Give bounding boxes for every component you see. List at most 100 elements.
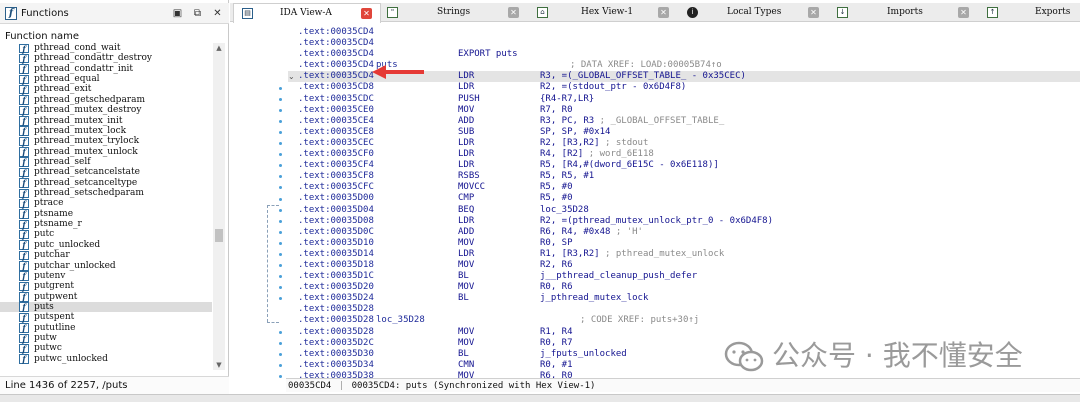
breakpoint-marker[interactable] xyxy=(279,241,282,245)
breakpoint-marker[interactable] xyxy=(279,97,282,101)
function-list-item[interactable]: f putc_unlocked xyxy=(0,240,212,250)
disassembly-line[interactable]: .text:00035CF0 LDR R4, [R2] ; word_6E118 xyxy=(288,149,1080,160)
function-list-item[interactable]: f ptsname xyxy=(0,209,212,219)
breakpoint-marker[interactable] xyxy=(279,197,282,201)
tab-strings[interactable]: " Strings ✕ xyxy=(383,3,531,22)
breakpoint-marker[interactable] xyxy=(279,142,282,145)
breakpoint-marker[interactable] xyxy=(279,153,282,157)
breakpoint-marker[interactable] xyxy=(279,253,282,256)
breakpoint-marker[interactable] xyxy=(279,108,282,112)
scrollbar-thumb[interactable] xyxy=(215,229,223,242)
disassembly-line[interactable]: .text:00035D00 CMP R5, #0 xyxy=(288,193,1080,204)
breakpoint-marker[interactable] xyxy=(279,164,282,168)
breakpoint-marker[interactable] xyxy=(279,264,282,268)
tab-local-types[interactable]: i Local Types ✕ xyxy=(683,3,831,22)
function-list-item[interactable]: f putwc_unlocked xyxy=(0,354,212,364)
disassembly-line[interactable]: .text:00035CD4 xyxy=(288,27,1080,38)
panel-float-icon[interactable]: ⧉ xyxy=(192,8,203,19)
disassembly-view[interactable]: .text:00035CD4 .text:00035CD4 .text:00035C… xyxy=(230,23,1080,378)
disassembly-line[interactable]: .text:00035D20 MOV R0, R6 xyxy=(288,282,1080,293)
function-list-item[interactable]: f pthread_condattr_destroy xyxy=(0,53,212,64)
disassembly-line[interactable]: .text:00035CF8 RSBS R5, R5, #1 xyxy=(288,171,1080,182)
function-list-item[interactable]: f pthread_mutex_destroy xyxy=(0,105,212,116)
scroll-down-icon[interactable]: ▼ xyxy=(213,360,225,370)
function-list-item[interactable]: f puts xyxy=(0,301,212,313)
close-icon[interactable]: ✕ xyxy=(658,7,669,18)
collapse-icon[interactable]: ⌄ xyxy=(288,71,295,82)
breakpoint-marker[interactable] xyxy=(279,297,282,301)
disassembly-line[interactable]: .text:00035D28 MOV R1, R4 xyxy=(288,327,1080,338)
disassembly-line[interactable]: .text:00035D14 LDR R1, [R3,R2] ; pthread_mu… xyxy=(288,249,1080,260)
function-list-item[interactable]: f pututline xyxy=(0,323,212,333)
disassembly-line[interactable]: .text:00035CD4 xyxy=(288,38,1080,49)
disassembly-line[interactable]: .text:00035CE0 MOV R7, R0 xyxy=(288,105,1080,116)
function-list-item[interactable]: f putpwent xyxy=(0,292,212,302)
function-list-item[interactable]: f putc xyxy=(0,229,212,240)
breakpoint-marker[interactable] xyxy=(279,275,282,279)
breakpoint-marker[interactable] xyxy=(279,364,282,367)
function-list-item[interactable]: f pthread_self xyxy=(0,157,212,167)
function-list-item[interactable]: f putspent xyxy=(0,312,212,323)
breakpoint-marker[interactable] xyxy=(279,230,282,234)
breakpoint-marker[interactable] xyxy=(279,341,282,345)
function-list-item[interactable]: f putwc xyxy=(0,343,212,354)
function-list-item[interactable]: f pthread_getschedparam xyxy=(0,95,212,105)
function-list-item[interactable]: f ptsname_r xyxy=(0,219,212,230)
breakpoint-marker[interactable] xyxy=(279,219,282,223)
close-icon[interactable]: ✕ xyxy=(958,7,969,18)
disassembly-line[interactable]: .text:00035D28 xyxy=(288,304,1080,315)
function-list-item[interactable]: f pthread_setcanceltype xyxy=(0,178,212,188)
function-list-item[interactable]: f putgrent xyxy=(0,281,212,292)
disassembly-line[interactable]: .text:00035D28 loc_35D28 ; CODE XREF: puts… xyxy=(288,315,1080,326)
function-name-column-header[interactable]: Function name xyxy=(5,31,79,43)
function-list-item[interactable]: f pthread_setschedparam xyxy=(0,188,212,199)
disassembly-line[interactable]: .text:00035D08 LDR R2, =(pthread_mutex_unl… xyxy=(288,216,1080,227)
tab-ida-view-a[interactable]: ▤ IDA View-A ✕ xyxy=(233,3,381,23)
function-list-item[interactable]: f putw xyxy=(0,333,212,344)
disassembly-line[interactable]: .text:00035CE8 SUB SP, SP, #0x14 xyxy=(288,127,1080,138)
breakpoint-marker[interactable] xyxy=(279,186,282,190)
disassembly-line[interactable]: .text:00035CDC PUSH {R4-R7,LR} xyxy=(288,94,1080,105)
disassembly-line[interactable]: .text:00035CD4 EXPORT puts xyxy=(288,49,1080,60)
function-list-item[interactable]: f putenv xyxy=(0,271,212,281)
close-icon[interactable]: ✕ xyxy=(361,8,372,19)
function-list-item[interactable]: f pthread_mutex_unlock xyxy=(0,147,212,157)
disassembly-line[interactable]: .text:00035CD8 LDR R2, =(stdout_ptr - 0x6D… xyxy=(288,82,1080,93)
disassembly-line[interactable]: .text:00035D10 MOV R0, SP xyxy=(288,238,1080,249)
breakpoint-marker[interactable] xyxy=(279,86,282,90)
breakpoint-marker[interactable] xyxy=(279,119,282,123)
function-list-item[interactable]: f pthread_mutex_trylock xyxy=(0,136,212,147)
breakpoint-marker[interactable] xyxy=(279,208,282,212)
disassembly-line[interactable]: .text:00035D04 BEQ loc_35D28 xyxy=(288,205,1080,216)
disassembly-line[interactable]: .text:00035CEC LDR R2, [R3,R2] ; stdout xyxy=(288,138,1080,149)
disassembly-line[interactable]: .text:00035D1C BL j__pthread_cleanup_push_… xyxy=(288,271,1080,282)
panel-restore-icon[interactable]: ▣ xyxy=(172,8,183,19)
close-icon[interactable]: ✕ xyxy=(508,7,519,18)
breakpoint-marker[interactable] xyxy=(279,130,282,134)
close-icon[interactable]: ✕ xyxy=(212,8,223,19)
close-icon[interactable]: ✕ xyxy=(808,7,819,18)
function-list-item[interactable]: f pthread_condattr_init xyxy=(0,64,212,74)
tab-imports[interactable]: ↓ Imports ✕ xyxy=(833,3,981,22)
function-list-item[interactable]: f ptrace xyxy=(0,198,212,209)
function-list-item[interactable]: f pthread_setcancelstate xyxy=(0,167,212,178)
tab-hex-view-1[interactable]: ⌂ Hex View-1 ✕ xyxy=(533,3,681,22)
tab-exports[interactable]: ↑ Exports xyxy=(983,3,1080,22)
function-list-item[interactable]: f putchar_unlocked xyxy=(0,261,212,271)
breakpoint-marker[interactable] xyxy=(279,286,282,290)
disassembly-line[interactable]: .text:00035D18 MOV R2, R6 xyxy=(288,260,1080,271)
disassembly-line[interactable]: .text:00035CFC MOVCC R5, #0 xyxy=(288,182,1080,193)
function-list-item[interactable]: f pthread_exit xyxy=(0,84,212,95)
disassembly-line[interactable]: .text:00035CF4 LDR R5, [R4,#(dword_6E15C -… xyxy=(288,160,1080,171)
function-list-item[interactable]: f pthread_equal xyxy=(0,74,212,85)
breakpoint-marker[interactable] xyxy=(279,352,282,356)
breakpoint-marker[interactable] xyxy=(279,175,282,179)
disassembly-line[interactable]: .text:00035D24 BL j_pthread_mutex_lock xyxy=(288,293,1080,304)
scroll-up-icon[interactable]: ▲ xyxy=(213,43,225,53)
disassembly-line[interactable]: .text:00035CE4 ADD R3, PC, R3 ; _GLOBAL_OFF… xyxy=(288,116,1080,127)
disassembly-line[interactable]: .text:00035D0C ADD R6, R4, #0x48 ; 'H' xyxy=(288,227,1080,238)
function-list-scrollbar[interactable]: ▲ ▼ xyxy=(213,43,225,370)
function-list-item[interactable]: f pthread_mutex_lock xyxy=(0,126,212,136)
function-list-item[interactable]: f putchar xyxy=(0,250,212,261)
breakpoint-marker[interactable] xyxy=(279,375,282,378)
